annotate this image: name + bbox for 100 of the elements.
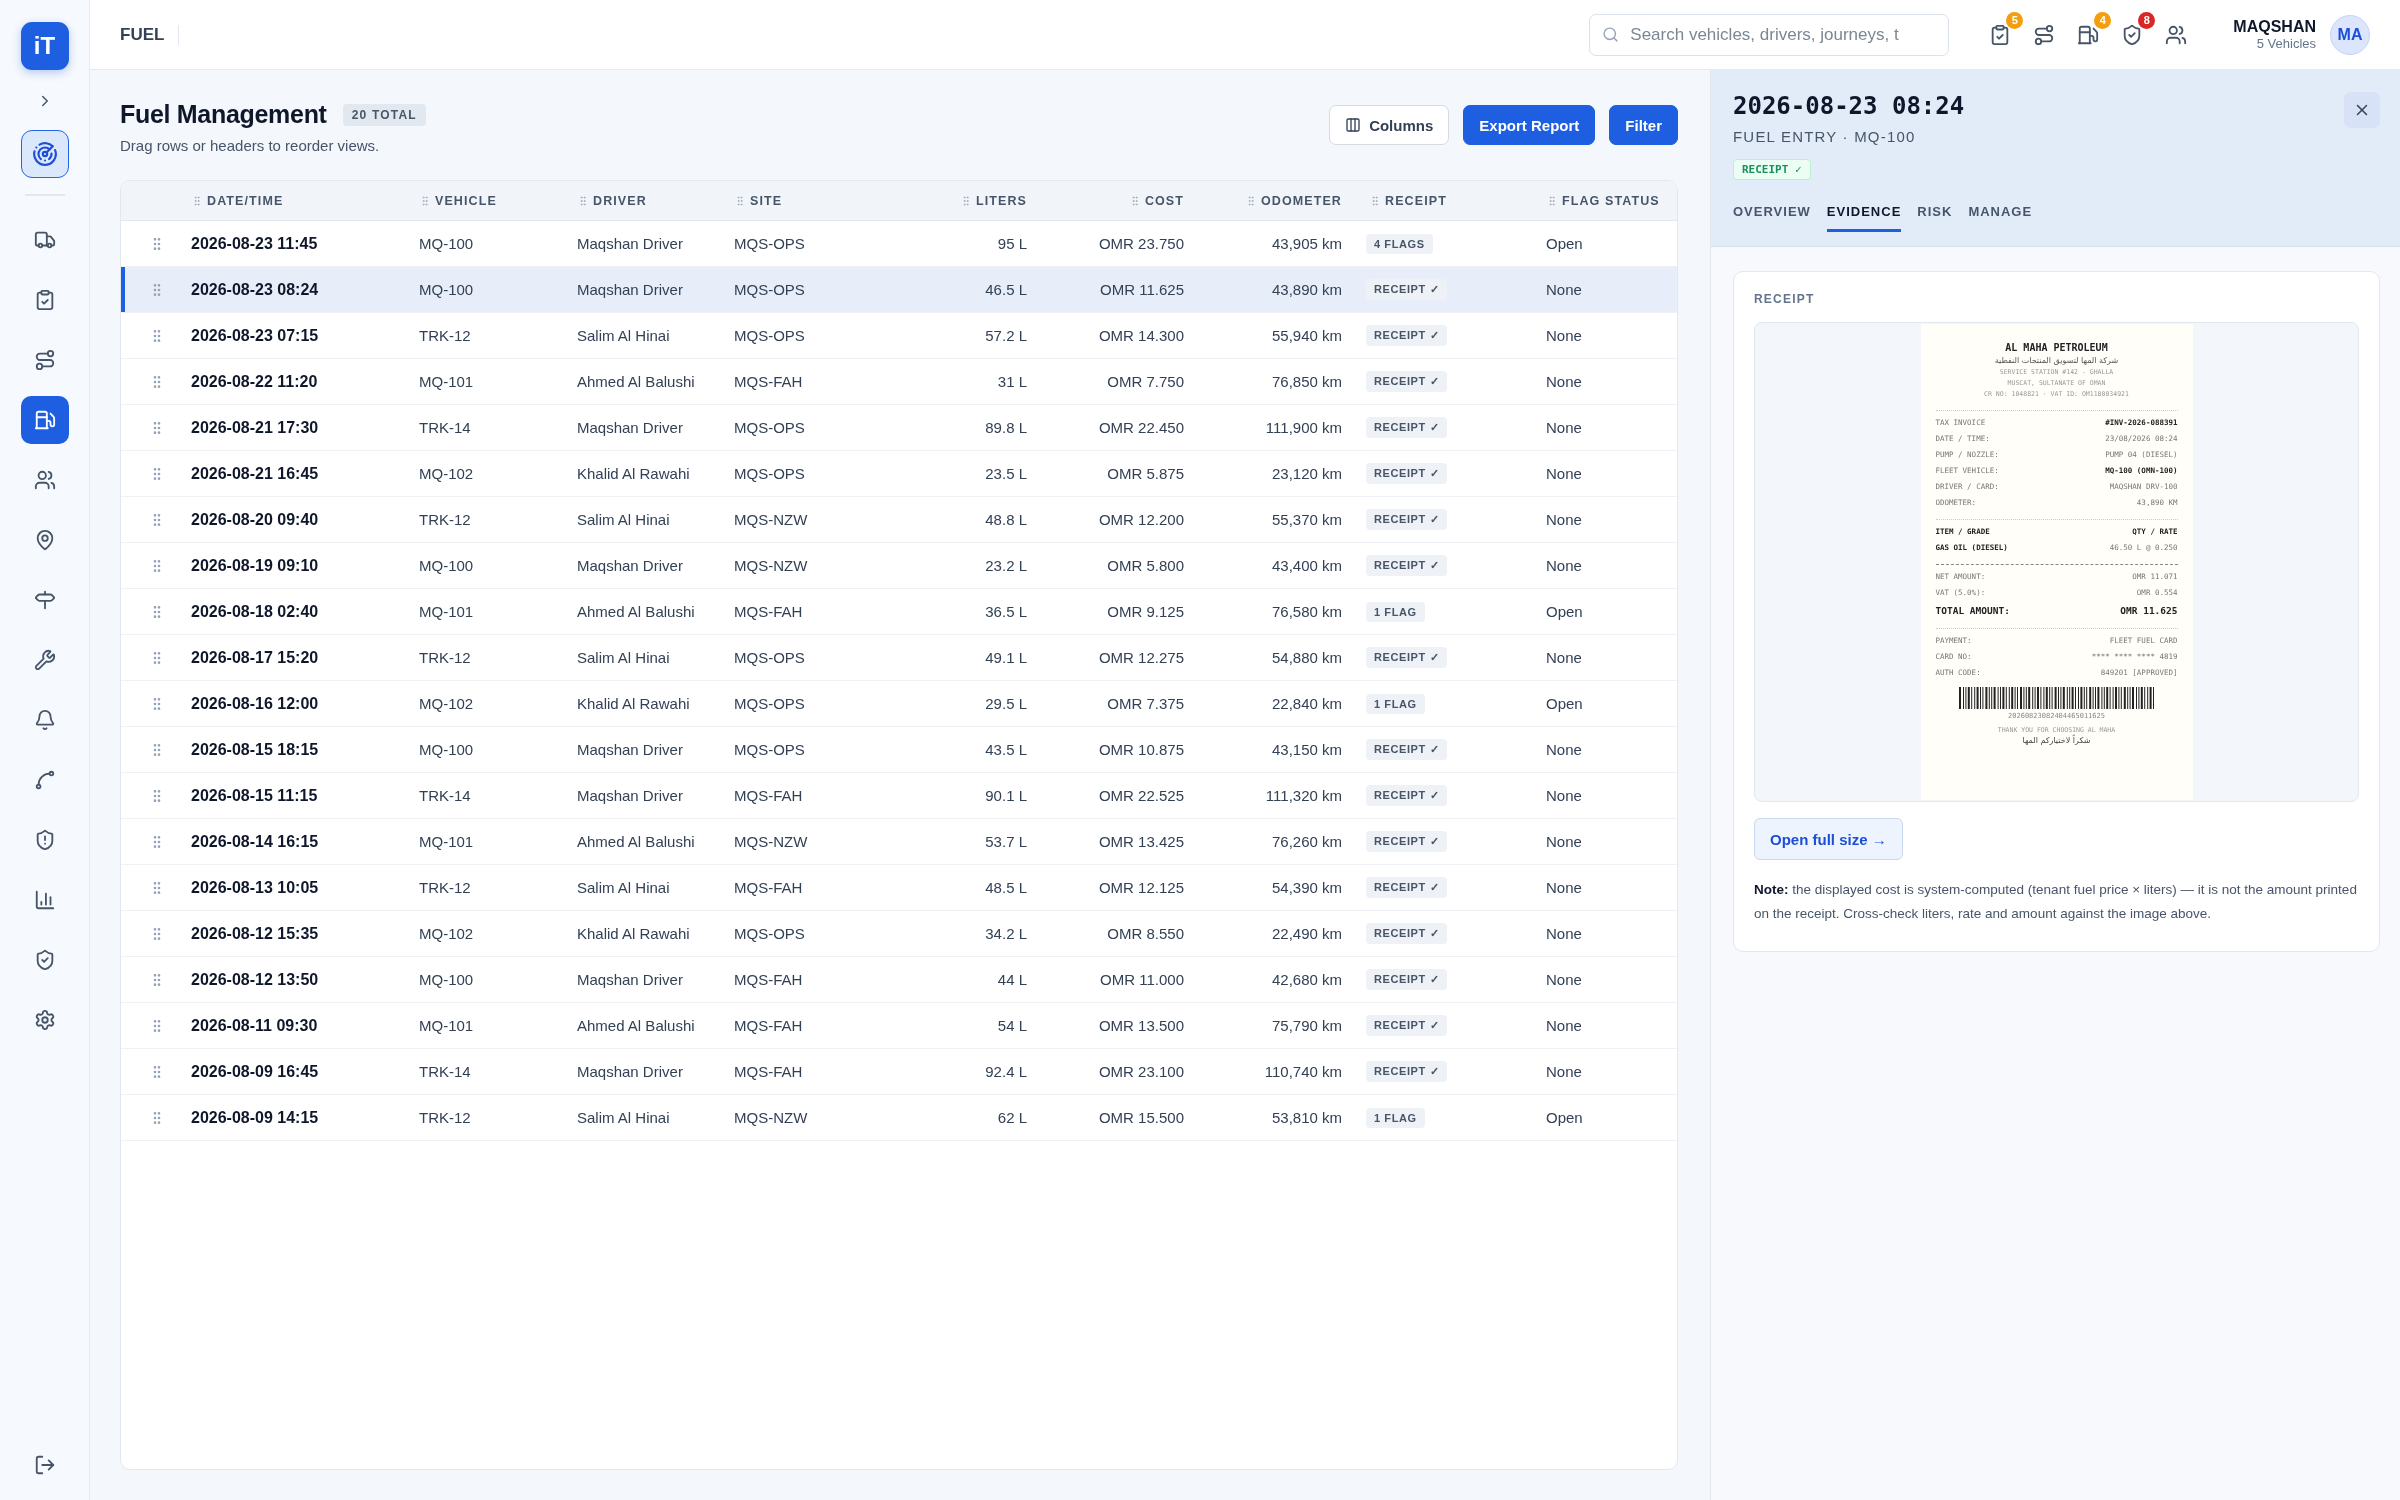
table-cell-text: Maqshan Driver <box>577 419 684 436</box>
table-cell-text: None <box>1545 649 1583 666</box>
columns-button[interactable]: Columns <box>1329 105 1450 145</box>
table-cell-text: 54,390 km <box>1270 879 1343 896</box>
table-cell-text: None <box>1545 557 1583 574</box>
table-cell-text: MQ-101 <box>419 373 475 390</box>
table-cell-text: 76,260 km <box>1270 833 1343 850</box>
grip-icon[interactable] <box>734 194 746 207</box>
table-cell-text: MQS-OPS <box>734 235 806 252</box>
table-cell-text: 55,940 km <box>1270 327 1343 344</box>
column-header[interactable]: DRIVER <box>577 193 734 208</box>
grip-icon[interactable] <box>1369 194 1381 207</box>
logout-icon[interactable] <box>33 1454 56 1476</box>
table-cell-text: 90.1 L <box>984 787 1028 804</box>
table-cell-text: None <box>1545 419 1583 436</box>
primary-button[interactable]: Export Report <box>1463 105 1596 145</box>
table-cell-text: 75,790 km <box>1270 1017 1343 1034</box>
table-cell-text: OMR 10.875 <box>1097 741 1185 758</box>
table-cell-text: OMR 9.125 <box>1106 603 1185 620</box>
grip-icon[interactable] <box>419 194 431 207</box>
receipt-tag: RECEIPT ✓ <box>1366 1061 1448 1082</box>
table-cell-text: MQ-101 <box>419 603 475 620</box>
table-cell-text: MQS-FAH <box>734 971 804 988</box>
table-cell-text: Khalid Al Rawahi <box>577 695 691 712</box>
app-logo[interactable]: iT <box>20 22 69 70</box>
receipt-tag: 1 FLAG <box>1366 693 1425 714</box>
table-cell-text: 2026-08-09 16:45 <box>191 1062 320 1081</box>
search-field[interactable]: Search vehicles, drivers, journeys, t <box>1589 13 1950 56</box>
table-cell-text: MQS-NZW <box>734 511 809 528</box>
table-cell-text: 36.5 L <box>984 603 1028 620</box>
table-cell-text: 23.5 L <box>984 465 1028 482</box>
table-cell-text: Maqshan Driver <box>577 1063 684 1080</box>
column-header[interactable]: RECEIPT <box>1346 193 1523 208</box>
table-cell-text: None <box>1545 879 1583 896</box>
column-header[interactable]: FLAG STATUS <box>1523 193 1677 208</box>
panel-tab[interactable]: MANAGE <box>1968 200 2033 232</box>
table-cell-text: MQ-100 <box>419 281 475 298</box>
table-cell-text: 2026-08-15 11:15 <box>191 786 319 805</box>
table-cell-text: 53.7 L <box>984 833 1028 850</box>
table-cell-text: OMR 11.000 <box>1099 971 1185 988</box>
table-cell-text: Salim Al Hinai <box>577 649 671 666</box>
column-header[interactable]: COST <box>1031 193 1188 208</box>
table-cell-text: 111,900 km <box>1264 419 1343 436</box>
table-cell-text: 55,370 km <box>1270 511 1343 528</box>
panel-tab[interactable]: OVERVIEW <box>1733 200 1811 232</box>
column-header[interactable]: VEHICLE <box>419 193 577 208</box>
table-cell-text: OMR 8.550 <box>1106 925 1185 942</box>
table-cell-text: MQ-102 <box>419 465 475 482</box>
table-cell-text: MQ-101 <box>419 1017 475 1034</box>
receipt-tag: 4 FLAGS <box>1366 233 1433 254</box>
table-cell-text: 76,580 km <box>1270 603 1343 620</box>
table-cell-text: Maqshan Driver <box>577 741 684 758</box>
primary-button[interactable]: Filter <box>1609 105 1678 145</box>
column-header[interactable]: SITE <box>734 193 931 208</box>
receipt-tag: RECEIPT ✓ <box>1366 417 1448 438</box>
table-cell-text: TRK-12 <box>419 327 472 344</box>
panel-tab[interactable]: RISK <box>1917 200 1953 232</box>
user-avatar[interactable]: MA <box>2330 14 2370 55</box>
table-cell-text: Open <box>1545 235 1584 252</box>
grip-icon[interactable] <box>1546 194 1558 207</box>
table-cell-text: Salim Al Hinai <box>577 327 671 344</box>
table-cell-text: OMR 13.500 <box>1097 1017 1185 1034</box>
column-header[interactable]: DATE/TIME <box>191 193 419 208</box>
table-cell-text: Salim Al Hinai <box>577 511 671 528</box>
table-cell-text: MQS-OPS <box>734 649 806 666</box>
fuel-pump-icon[interactable] <box>20 396 69 444</box>
open-full-size-button[interactable]: Open full size → <box>1754 818 1903 860</box>
table-cell-text: Maqshan Driver <box>577 787 684 804</box>
table-cell-text: 110,740 km <box>1263 1063 1343 1080</box>
table-cell-text: TRK-12 <box>419 649 472 666</box>
table-cell-text: 43.5 L <box>984 741 1028 758</box>
table-cell-text: OMR 5.800 <box>1106 557 1185 574</box>
table-cell-text: 2026-08-12 15:35 <box>191 924 320 943</box>
radar-icon[interactable] <box>20 130 69 178</box>
table-cell-text: TRK-12 <box>419 879 472 896</box>
table-cell-text: Khalid Al Rawahi <box>577 925 691 942</box>
table-cell-text: Open <box>1545 1109 1584 1126</box>
table-cell-text: 48.8 L <box>984 511 1028 528</box>
table-cell-text: MQS-OPS <box>734 465 806 482</box>
table-cell-text: 2026-08-23 07:15 <box>191 326 320 345</box>
table-cell-text: Salim Al Hinai <box>577 1109 671 1126</box>
table-cell-text: 43,400 km <box>1270 557 1343 574</box>
table-cell-text: OMR 22.525 <box>1097 787 1185 804</box>
table-cell-text: MQ-100 <box>419 971 475 988</box>
table-cell-text: None <box>1545 787 1583 804</box>
table-cell-text: 43,905 km <box>1270 235 1343 252</box>
table-row[interactable]: 2026-08-23 08:24 MQ-100 Maqshan Driver MQS-OPS 46.5 L OMR 11.625 43,890 km RECEIPT ✓ None <box>121 267 1677 313</box>
column-header[interactable]: ODOMETER <box>1188 193 1346 208</box>
table-cell-text: MQS-OPS <box>734 419 806 436</box>
table-cell-text: 34.2 L <box>984 925 1028 942</box>
grip-icon[interactable] <box>191 194 203 207</box>
count-badge: 4 <box>2094 11 2112 29</box>
table-cell-text: 2026-08-22 11:20 <box>191 372 319 391</box>
grip-icon[interactable] <box>577 194 589 207</box>
table-cell-text: MQ-101 <box>419 833 475 850</box>
thank-you-arabic: شكراً لاختياركم المها <box>2021 736 2092 745</box>
entry-title: 2026-08-23 08:24 <box>1733 92 1966 120</box>
panel-tab[interactable]: EVIDENCE <box>1826 200 1902 232</box>
column-header[interactable]: LITERS <box>931 193 1031 208</box>
receipt-tag: RECEIPT ✓ <box>1366 279 1448 300</box>
